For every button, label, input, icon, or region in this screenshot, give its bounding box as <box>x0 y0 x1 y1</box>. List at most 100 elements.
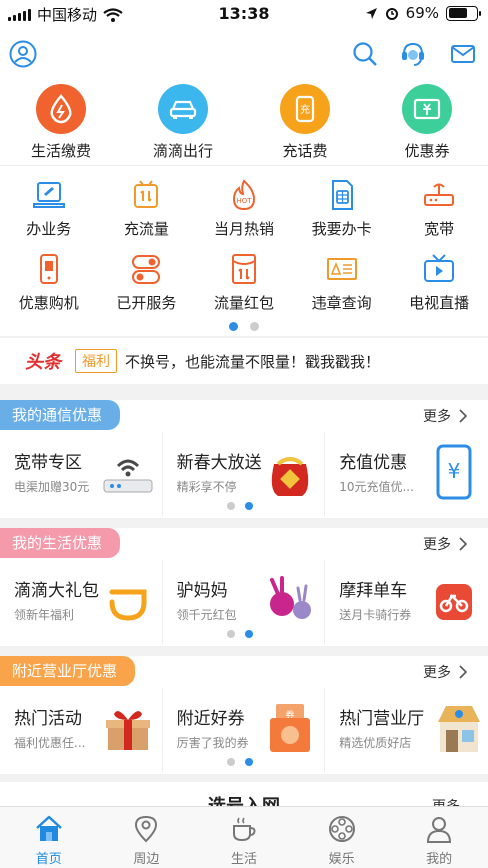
tab-home[interactable]: 首页 <box>0 807 98 868</box>
more-link[interactable]: 更多 <box>423 406 468 426</box>
phone-icon <box>39 254 58 284</box>
grid-item-data-red-packet[interactable]: 流量红包 <box>195 240 293 314</box>
section-title: 我的通信优惠 <box>0 400 121 430</box>
card-subtitle: 电渠加赠30元 <box>14 480 90 494</box>
svg-text:HOT: HOT <box>236 197 252 205</box>
grid-item-business[interactable]: 办业务 <box>0 166 98 240</box>
search-icon[interactable] <box>351 40 379 68</box>
card-pager[interactable] <box>226 630 253 638</box>
card-didi-gift[interactable]: 滴滴大礼包 领新年福利 <box>0 560 163 644</box>
grid-label: 违章查询 <box>311 294 372 312</box>
service-recharge[interactable]: 充 充话费 <box>244 80 366 165</box>
service-life-payment[interactable]: 生活缴费 <box>0 80 122 165</box>
card-subtitle: 10元充值优... <box>339 480 414 494</box>
card-spring-giveaway[interactable]: 新春大放送 精彩享不停 <box>163 432 326 516</box>
section-header: 我的通信优惠 更多 <box>0 400 488 430</box>
section-cards: 宽带专区 电渠加赠30元 新春大放送 精彩享不停 充值优惠 10元充值优... … <box>0 432 488 516</box>
service-label: 滴滴出行 <box>152 142 213 160</box>
tv-icon <box>424 254 455 282</box>
tab-life[interactable]: 生活 <box>195 807 293 868</box>
card-mobike[interactable]: 摩拜单车 送月卡骑行券 <box>325 560 488 644</box>
grid-label: 充流量 <box>123 220 169 238</box>
grid-item-data-recharge[interactable]: 充流量 <box>98 166 196 240</box>
service-grid: 办业务 充流量 HOT 当月热销 我要办卡 宽带 优惠购机 已开服务 流量红包 … <box>0 166 488 336</box>
didi-logo-icon <box>109 589 147 621</box>
headline-banner[interactable]: 头条 福利 不换号，也能流量不限量！戳我戳我！ <box>0 338 488 384</box>
mail-icon[interactable] <box>449 40 477 68</box>
grid-row: 优惠购机 已开服务 流量红包 违章查询 电视直播 <box>0 240 488 314</box>
more-link[interactable]: 更多 <box>423 662 468 682</box>
more-link[interactable]: 更多 <box>423 534 468 554</box>
quick-services: 生活缴费 滴滴出行 充 充话费 优惠券 <box>0 80 488 166</box>
status-bar: 中国移动 13:38 69% <box>0 0 488 28</box>
grid-item-tv-live[interactable]: 电视直播 <box>390 240 488 314</box>
data-recharge-icon <box>134 180 159 208</box>
grid-item-opened-services[interactable]: 已开服务 <box>98 240 196 314</box>
card-subtitle: 精彩享不停 <box>176 480 237 494</box>
card-title: 滴滴大礼包 <box>14 581 99 601</box>
location-arrow-icon <box>365 7 377 19</box>
red-packet-icon <box>231 254 256 284</box>
headline-text[interactable]: 不换号，也能流量不限量！戳我戳我！ <box>125 351 380 372</box>
grid-item-hot-sale[interactable]: HOT 当月热销 <box>195 166 293 240</box>
section-cards: 热门活动 福利优惠任... 附近好券 厉害了我的券 券 热门营业厅 精选优质好店 <box>0 688 488 772</box>
pager-dot[interactable] <box>226 630 235 638</box>
tab-entertainment[interactable]: 娱乐 <box>293 807 391 868</box>
car-icon <box>158 84 208 134</box>
grid-item-traffic-query[interactable]: 违章查询 <box>293 240 391 314</box>
grid-label: 办业务 <box>26 220 72 238</box>
service-didi[interactable]: 滴滴出行 <box>122 80 244 165</box>
pager-dot[interactable] <box>244 758 253 766</box>
location-icon <box>135 815 158 843</box>
grid-item-phone-deal[interactable]: 优惠购机 <box>0 240 98 314</box>
card-nearby-vouchers[interactable]: 附近好券 厉害了我的券 券 <box>163 688 326 772</box>
customer-service-icon[interactable] <box>399 40 427 68</box>
home-icon <box>35 815 62 841</box>
card-subtitle: 领千元红包 <box>176 608 237 622</box>
alarm-icon <box>385 8 398 20</box>
section-title: 附近营业厅优惠 <box>0 656 136 686</box>
pager-dot[interactable] <box>244 502 253 510</box>
pager-dot[interactable] <box>226 502 235 510</box>
user-circle-icon[interactable] <box>9 40 37 68</box>
chevron-right-icon <box>459 409 468 423</box>
card-pager[interactable] <box>226 502 253 510</box>
voucher-icon: 券 <box>270 704 311 752</box>
section-nearby-offers: 附近营业厅优惠 更多 热门活动 福利优惠任... 附近好券 厉害了我的券 券 热… <box>0 656 488 774</box>
coupon-icon <box>402 84 452 134</box>
router-icon <box>103 459 153 493</box>
store-icon <box>437 706 480 752</box>
traffic-icon <box>326 258 357 280</box>
water-drop-icon <box>36 84 86 134</box>
pager-dot[interactable] <box>229 322 238 331</box>
card-recharge-offer[interactable]: 充值优惠 10元充值优... ¥ <box>325 432 488 516</box>
more-label: 更多 <box>423 665 451 681</box>
card-lvmama[interactable]: 驴妈妈 领千元红包 <box>163 560 326 644</box>
service-coupon[interactable]: 优惠券 <box>366 80 488 165</box>
card-pager[interactable] <box>226 758 253 766</box>
section-header: 我的生活优惠 更多 <box>0 528 488 558</box>
grid-item-sim-card[interactable]: 我要办卡 <box>293 166 391 240</box>
tab-label: 首页 <box>35 852 62 867</box>
card-hot-stores[interactable]: 热门营业厅 精选优质好店 <box>325 688 488 772</box>
film-reel-icon <box>328 816 355 842</box>
tab-nearby[interactable]: 周边 <box>98 807 196 868</box>
grid-item-broadband[interactable]: 宽带 <box>390 166 488 240</box>
section-header: 附近营业厅优惠 更多 <box>0 656 488 686</box>
card-hot-events[interactable]: 热门活动 福利优惠任... <box>0 688 163 772</box>
business-icon <box>32 182 65 208</box>
grid-pager[interactable] <box>0 322 488 331</box>
tab-label: 我的 <box>426 852 453 867</box>
more-label: 更多 <box>423 409 451 425</box>
tab-mine[interactable]: 我的 <box>390 807 488 868</box>
grid-label: 我要办卡 <box>311 220 372 238</box>
card-broadband[interactable]: 宽带专区 电渠加赠30元 <box>0 432 163 516</box>
tab-label: 周边 <box>133 852 160 867</box>
tab-label: 生活 <box>230 852 257 867</box>
svg-text:¥: ¥ <box>447 459 460 483</box>
headline-tag: 福利 <box>75 349 117 373</box>
card-title: 附近好券 <box>176 709 245 729</box>
pager-dot[interactable] <box>250 322 259 331</box>
pager-dot[interactable] <box>226 758 235 766</box>
pager-dot[interactable] <box>244 630 253 638</box>
